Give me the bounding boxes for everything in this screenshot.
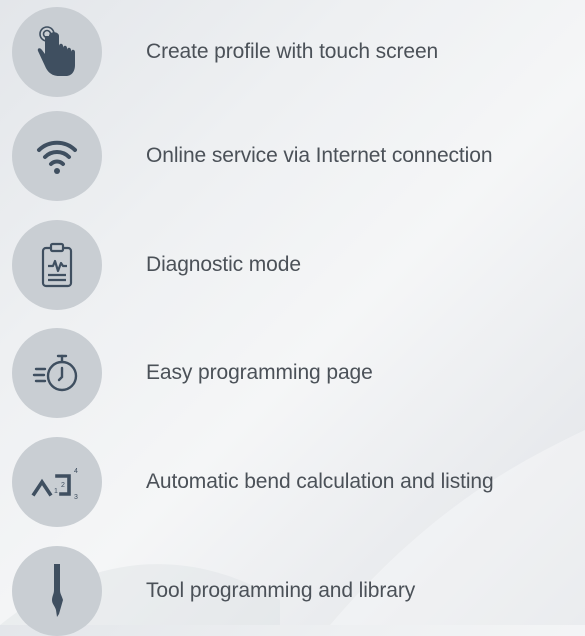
- feature-item-bend-calculation: 1 2 4 3 Automatic bend calculation and l…: [12, 437, 494, 527]
- feature-label: Easy programming page: [146, 361, 373, 384]
- svg-text:1: 1: [54, 488, 58, 495]
- bend-sequence-icon: 1 2 4 3: [31, 468, 78, 501]
- feature-icon-circle: [12, 220, 102, 310]
- feature-label: Tool programming and library: [146, 579, 416, 602]
- feature-icon-circle: 1 2 4 3: [12, 437, 102, 527]
- feature-icon-circle: [12, 7, 102, 97]
- feature-item-tool-programming: Tool programming and library: [12, 546, 416, 636]
- feature-icon-circle: [12, 546, 102, 636]
- feature-item-online-service: Online service via Internet connection: [12, 111, 493, 201]
- clipboard-pulse-icon: [41, 242, 73, 288]
- feature-label: Diagnostic mode: [146, 253, 301, 276]
- svg-text:2: 2: [61, 482, 65, 489]
- feature-item-diagnostic-mode: Diagnostic mode: [12, 220, 301, 310]
- wifi-icon: [37, 140, 77, 174]
- feature-icon-circle: [12, 328, 102, 418]
- stopwatch-icon: [32, 354, 78, 392]
- feature-item-easy-programming: Easy programming page: [12, 328, 373, 418]
- feature-icon-circle: [12, 111, 102, 201]
- feature-label: Create profile with touch screen: [146, 40, 439, 63]
- feature-item-touch-profile: Create profile with touch screen: [12, 7, 439, 97]
- touch-hand-icon: [37, 26, 75, 76]
- feature-list: Create profile with touch screen Online …: [0, 0, 585, 636]
- feature-label: Online service via Internet connection: [146, 144, 493, 167]
- press-tool-icon: [52, 564, 63, 617]
- feature-label: Automatic bend calculation and listing: [146, 470, 494, 493]
- svg-text:4: 4: [74, 468, 78, 475]
- svg-text:3: 3: [74, 494, 78, 501]
